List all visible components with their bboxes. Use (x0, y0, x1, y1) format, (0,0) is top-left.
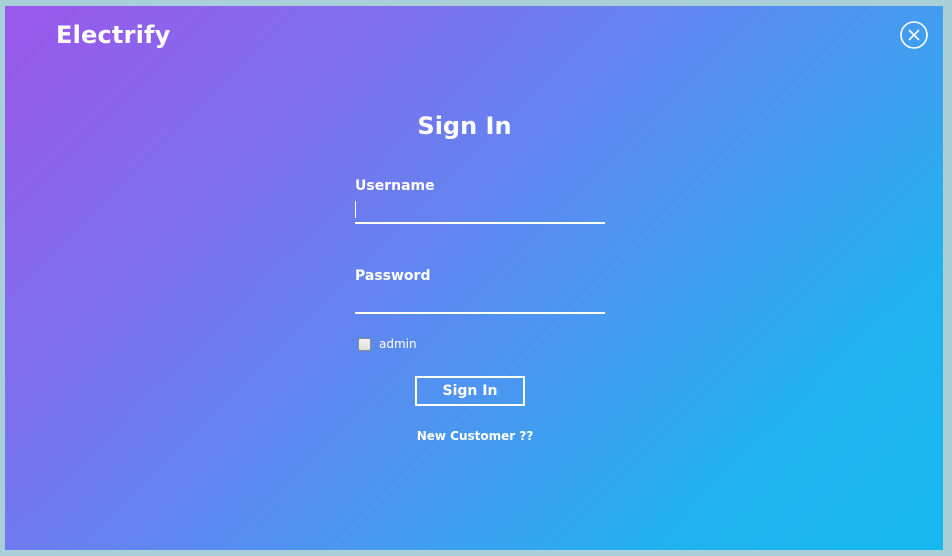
sign-in-button[interactable]: Sign In (415, 376, 525, 406)
close-icon (900, 21, 928, 49)
app-brand: Electrify (56, 21, 171, 49)
login-window: Electrify Sign In Username Password admi… (5, 6, 943, 550)
password-label: Password (355, 268, 431, 284)
username-input[interactable] (355, 202, 605, 224)
password-input[interactable] (355, 292, 605, 314)
admin-checkbox-row[interactable]: admin (358, 336, 417, 352)
username-label: Username (355, 178, 435, 194)
new-customer-link[interactable]: New Customer ?? (5, 429, 943, 443)
admin-checkbox-label: admin (379, 337, 417, 351)
close-button[interactable] (900, 21, 928, 49)
page-title: Sign In (417, 112, 512, 140)
text-caret (355, 201, 356, 218)
admin-checkbox[interactable] (358, 337, 371, 351)
